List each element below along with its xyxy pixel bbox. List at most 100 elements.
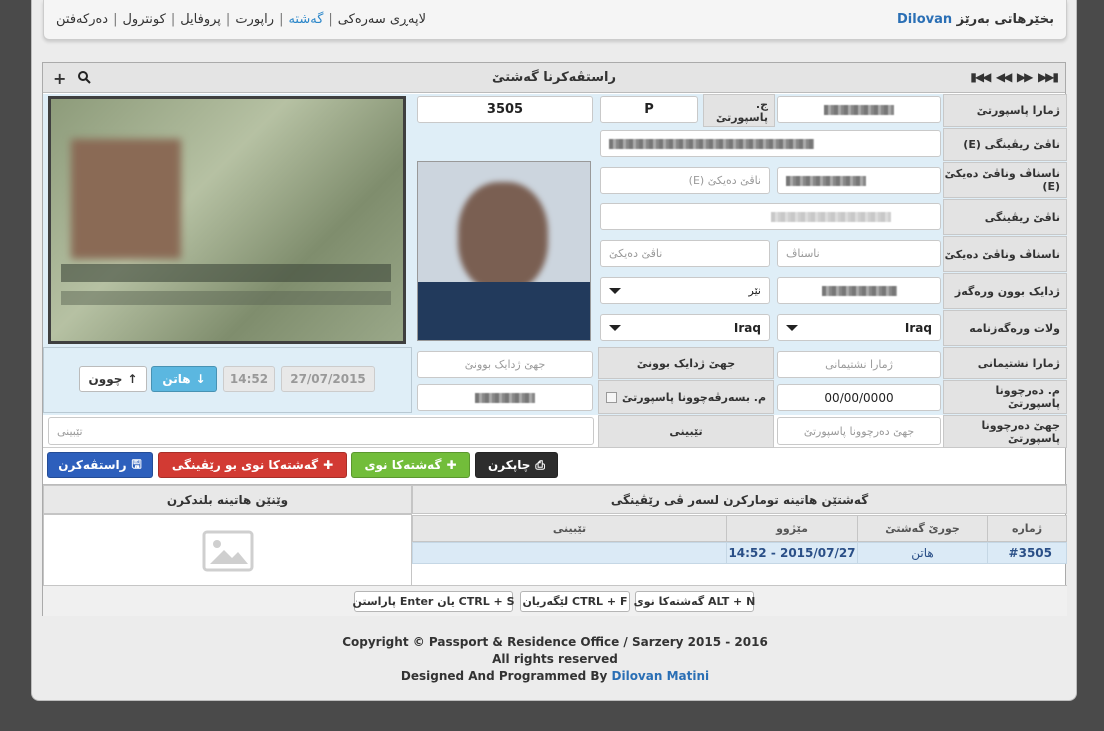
print-icon: ⎙: [535, 457, 545, 472]
row-number[interactable]: #3505: [987, 542, 1067, 564]
label-birth-date: ژدایک بوون ورەگەز: [943, 273, 1067, 309]
scan-face-blur: [71, 139, 181, 259]
expired-checkbox-wrap: م. بسەرڤەچوونا پاسپورتێ: [598, 380, 774, 414]
upload-box[interactable]: [43, 514, 412, 587]
bottom-area: وێنێن هاتینە بلندکرن گەشتێن هاتینە تومار…: [43, 484, 1067, 587]
label-surname-mother: ناسناڤ وناڤێ دەیکێ: [943, 236, 1067, 272]
nav-home[interactable]: لاپەڕی سەرەکی: [338, 12, 426, 27]
photo-shirt: [418, 282, 590, 340]
blurred-text: [824, 104, 894, 115]
history-title: گەشتێن هاتینە تومارکرن لسەر ڤی رێڤینگی: [412, 485, 1067, 514]
nav-report[interactable]: راپورت: [235, 12, 274, 27]
image-placeholder-icon: [202, 530, 253, 571]
blurred-text: [770, 211, 891, 222]
save-button[interactable]: 🖫 راستڤەکرن: [47, 452, 153, 478]
mother-name-field[interactable]: ناڤێ دەیکێ: [600, 240, 770, 267]
last-record-icon[interactable]: ▶▶▮: [1038, 70, 1059, 84]
name-e-field[interactable]: [600, 130, 941, 157]
footer-credit: Designed And Programmed By Dilovan Matin…: [400, 669, 710, 683]
label-birth-place: جهێ ژدایک بوونێ: [598, 347, 774, 379]
shortcuts-bar: CTRL + S یان Enter پاراستن CTRL + F لێگە…: [43, 585, 1067, 616]
shortcut-save: CTRL + S یان Enter پاراستن: [352, 591, 515, 612]
col-note: تێبینی: [412, 515, 727, 542]
scan-mrz-1: [61, 264, 391, 282]
passport-expiry-field[interactable]: [417, 384, 593, 411]
out-button[interactable]: ↑ چوون: [79, 366, 147, 392]
traveler-form: 3505 P ج. پاسپورتێ ژمارا پاسپورتێ ناڤێ ر…: [43, 94, 1067, 415]
row-note: [412, 542, 727, 564]
mother-name-e-field[interactable]: ناڤێ دەیکێ (E): [600, 167, 770, 194]
new-trip-button[interactable]: ✚ گەشتەکا نوی: [351, 452, 470, 478]
traveler-photo: [417, 161, 591, 341]
entry-time-field[interactable]: 14:52: [223, 366, 275, 392]
notes-field[interactable]: تێبینی: [48, 417, 594, 445]
trip-edit-panel: + راستڤەکرنا گەشتێ ▮◀◀ ◀◀ ▶▶ ▶▶▮ 3505 P …: [42, 62, 1067, 616]
plus-icon: ✚: [323, 458, 334, 472]
main-nav: لاپەڕی سەرەکی|گەشتە|راپورت|پروفایل|کونتر…: [56, 12, 427, 27]
prev-record-icon[interactable]: ◀◀: [996, 70, 1013, 84]
passport-type-field[interactable]: P: [600, 96, 698, 123]
photo-face-blur: [458, 182, 548, 292]
save-icon: 🖫: [131, 456, 142, 471]
birth-place-field[interactable]: جهێ ژدایک بوونێ: [417, 351, 593, 378]
row-trip-type: هاتن: [857, 542, 988, 564]
shortcut-search: CTRL + F لێگەریان: [520, 591, 630, 612]
blurred-text: [609, 138, 814, 149]
next-record-icon[interactable]: ▶▶: [1017, 70, 1034, 84]
print-button[interactable]: ⎙ چاپکرن: [475, 452, 558, 478]
blurred-text: [821, 285, 897, 296]
birth-date-field[interactable]: [777, 277, 941, 304]
label-passport-number: ژمارا پاسپورتێ: [943, 94, 1067, 127]
label-name-e: ناڤێ ریڤینگی (E): [943, 128, 1067, 161]
nav-control[interactable]: کونترول: [122, 12, 165, 27]
label-id-number: ژمارا نشتیمانی: [943, 347, 1067, 379]
welcome-brand: بخێرهاتی بەرێز Dilovan: [897, 12, 1054, 27]
scan-mrz-2: [61, 291, 391, 305]
label-nationality: ولات ورەگەزنامە: [943, 310, 1067, 346]
country-select[interactable]: Iraq: [777, 314, 941, 341]
passport-issue-field[interactable]: 00/00/0000: [777, 384, 941, 411]
label-passport-issue: م. دەرچوونا پاسپورتێ: [943, 380, 1067, 414]
arrow-down-icon: ↓: [195, 372, 206, 386]
record-number-field[interactable]: 3505: [417, 96, 593, 123]
passport-number-field[interactable]: [777, 96, 941, 123]
row-date: 14:52 - 2015/07/27: [726, 542, 858, 564]
new-trip-traveler-button[interactable]: ✚ گەشتەکا نوی بو رێڤینگی: [158, 452, 347, 478]
panel-header: + راستڤەکرنا گەشتێ ▮◀◀ ◀◀ ▶▶ ▶▶▮: [43, 63, 1065, 93]
name-field[interactable]: [600, 203, 941, 230]
in-button[interactable]: ↓ هاتن: [151, 366, 217, 392]
nav-profile[interactable]: پروفایل: [180, 12, 221, 27]
blurred-text: [786, 175, 866, 186]
shortcut-new: ALT + N گەشتەکا نوی: [634, 591, 755, 612]
col-number: ژمارە: [987, 515, 1067, 542]
panel-title: راستڤەکرنا گەشتێ: [492, 70, 616, 85]
footer-copyright: Copyright © Passport & Residence Office …: [342, 635, 768, 649]
record-navigation: ▮◀◀ ◀◀ ▶▶ ▶▶▮: [970, 70, 1059, 84]
nav-trip[interactable]: گەشتە: [288, 12, 323, 27]
upload-title: وێنێن هاتینە بلندکرن: [43, 485, 412, 514]
nationality-select[interactable]: Iraq: [600, 314, 770, 341]
blurred-text: [475, 392, 535, 403]
surname-mother-e-field[interactable]: [777, 167, 941, 194]
nav-logout[interactable]: دەرکەفتن: [56, 12, 108, 27]
id-number-field[interactable]: ژمارا نشتیمانی: [777, 351, 941, 378]
author-link[interactable]: Dilovan Matini: [612, 669, 710, 683]
top-navbar: بخێرهاتی بەرێز Dilovan لاپەڕی سەرەکی|گەش…: [43, 0, 1067, 40]
welcome-user[interactable]: Dilovan: [897, 12, 952, 27]
expired-checkbox[interactable]: [605, 391, 617, 403]
first-record-icon[interactable]: ▮◀◀: [970, 70, 991, 84]
passport-scan-image: [48, 96, 406, 344]
label-passport-place: جهێ دەرچوونا پاسپورتێ: [943, 415, 1067, 448]
gender-select[interactable]: نێر: [600, 277, 770, 304]
label-name: ناڤێ ریڤینگی: [943, 199, 1067, 235]
app-shell: بخێرهاتی بەرێز Dilovan لاپەڕی سەرەکی|گەش…: [31, 0, 1077, 701]
label-mother-name-e: ناسناڤ وناڤێ دەیکێ (E): [943, 162, 1067, 198]
plus-icon: ✚: [446, 458, 457, 472]
chevron-down-icon: [786, 324, 798, 331]
chevron-down-icon: [609, 287, 621, 294]
entry-date-field[interactable]: 27/07/2015: [281, 366, 375, 392]
surname-field[interactable]: ناسناڤ: [777, 240, 941, 267]
col-date: مێژوو: [726, 515, 858, 542]
footer-rights: All rights reserved: [492, 652, 618, 666]
passport-place-field[interactable]: جهێ دەرچوونا پاسپورتێ: [777, 417, 941, 445]
